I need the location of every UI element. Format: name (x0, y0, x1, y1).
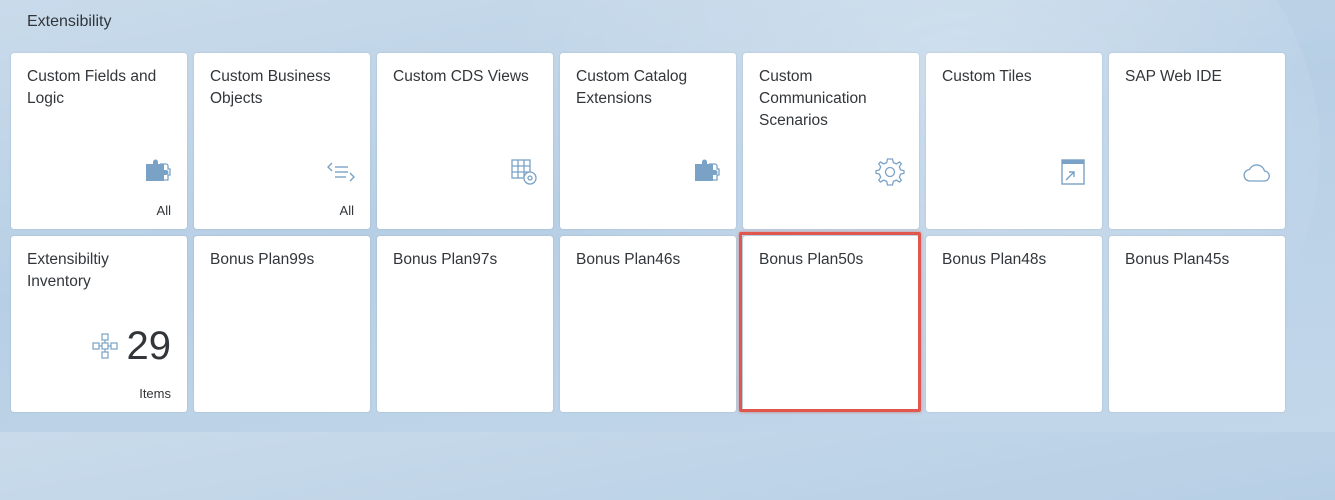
tile-bonus-plan48s[interactable]: Bonus Plan48s (926, 236, 1102, 412)
list-code-icon (326, 157, 356, 187)
tile-bonus-plan46s[interactable]: Bonus Plan46s (560, 236, 736, 412)
tile-footer: All (339, 203, 354, 218)
tile-launch-icon (1058, 157, 1088, 187)
tile-title: Bonus Plan46s (576, 251, 681, 268)
puzzle-icon (143, 157, 173, 187)
tile-custom-business-objects[interactable]: Custom Business Objects All (194, 53, 370, 229)
tile-title: Custom Business Objects (210, 68, 331, 107)
tile-sap-web-ide[interactable]: SAP Web IDE (1109, 53, 1285, 229)
tile-title: Bonus Plan50s (759, 251, 864, 268)
tile-custom-catalog-extensions[interactable]: Custom Catalog Extensions (560, 53, 736, 229)
tile-title: Custom Tiles (942, 68, 1032, 85)
puzzle-icon (692, 157, 722, 187)
tile-title: Custom Communication Scenarios (759, 68, 867, 129)
tile-custom-fields-and-logic[interactable]: Custom Fields and Logic All (11, 53, 187, 229)
kpi-value-group: 29 (91, 322, 172, 370)
tile-title: Bonus Plan48s (942, 251, 1047, 268)
tile-title: Bonus Plan99s (210, 251, 315, 268)
kpi-number: 29 (126, 324, 172, 368)
tile-title: Custom Fields and Logic (27, 68, 157, 107)
tile-title: Custom Catalog Extensions (576, 68, 688, 107)
table-gear-icon (509, 157, 539, 187)
tile-extensibility-inventory[interactable]: Extensibiltiy Inventory 29 Items (11, 236, 187, 412)
tile-footer: Items (139, 386, 171, 401)
tile-title: SAP Web IDE (1125, 68, 1222, 85)
tile-title: Extensibiltiy Inventory (27, 251, 109, 290)
tile-bonus-plan45s[interactable]: Bonus Plan45s (1109, 236, 1285, 412)
tile-custom-communication-scenarios[interactable]: Custom Communication Scenarios (743, 53, 919, 229)
network-icon (91, 332, 119, 360)
tile-bonus-plan97s[interactable]: Bonus Plan97s (377, 236, 553, 412)
tile-bonus-plan99s[interactable]: Bonus Plan99s (194, 236, 370, 412)
gear-icon (875, 157, 905, 187)
tile-title: Bonus Plan97s (393, 251, 498, 268)
tile-bonus-plan50s[interactable]: Bonus Plan50s (743, 236, 919, 412)
tile-custom-tiles[interactable]: Custom Tiles (926, 53, 1102, 229)
cloud-icon (1241, 157, 1271, 187)
tile-footer: All (156, 203, 171, 218)
tile-custom-cds-views[interactable]: Custom CDS Views (377, 53, 553, 229)
group-title: Extensibility (27, 13, 112, 30)
tile-title: Bonus Plan45s (1125, 251, 1230, 268)
tile-title: Custom CDS Views (393, 68, 529, 85)
